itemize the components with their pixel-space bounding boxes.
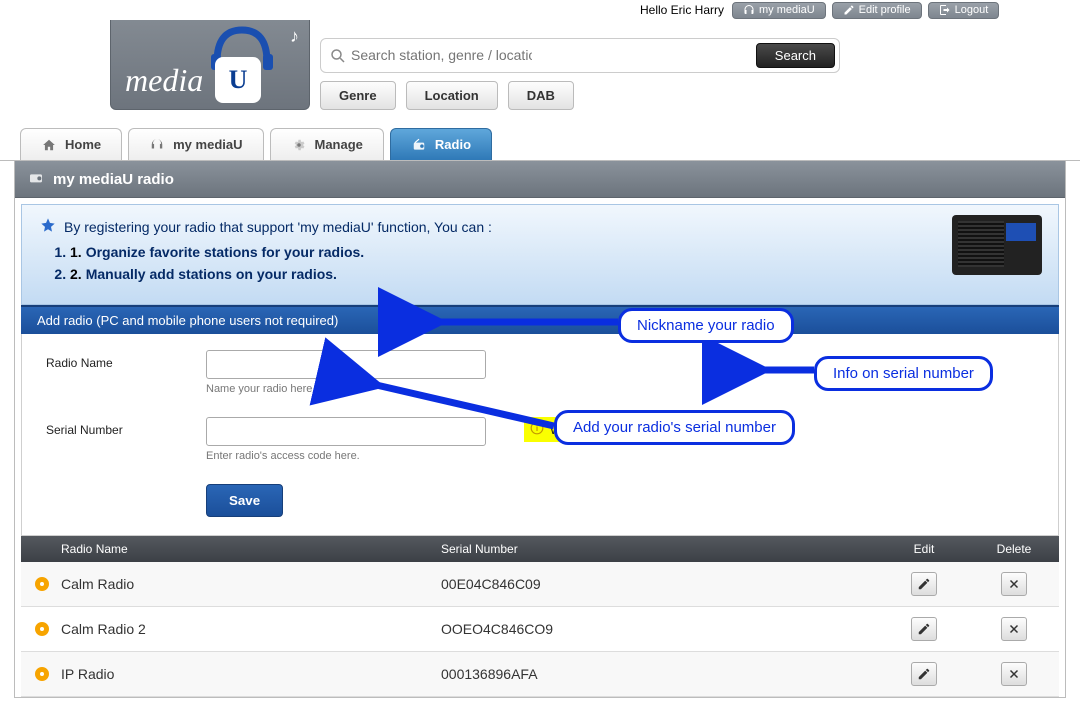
pencil-icon xyxy=(917,577,931,591)
tab-radio[interactable]: Radio xyxy=(390,128,492,160)
search-icon xyxy=(329,47,347,68)
delete-button[interactable] xyxy=(1001,662,1027,686)
callout-nickname: Nickname your radio xyxy=(618,308,794,343)
row-bullet-icon xyxy=(35,622,49,636)
edit-button[interactable] xyxy=(911,662,937,686)
panel-title-text: my mediaU radio xyxy=(53,171,174,188)
callout-add-serial: Add your radio's serial number xyxy=(554,410,795,445)
search-input[interactable] xyxy=(325,43,536,67)
tab-manage-label: Manage xyxy=(315,137,363,152)
logout-icon xyxy=(939,4,951,16)
pencil-icon xyxy=(917,622,931,636)
logo[interactable]: ♪ media U xyxy=(110,20,310,110)
col-radio-name: Radio Name xyxy=(21,542,441,556)
x-icon xyxy=(1008,623,1020,635)
delete-button[interactable] xyxy=(1001,572,1027,596)
panel-title: my mediaU radio xyxy=(15,161,1065,198)
arrow-to-name-input xyxy=(418,304,638,344)
row-serial: 00E04C846C09 xyxy=(441,576,879,592)
greeting-text: Hello Eric Harry xyxy=(640,3,724,17)
search-button[interactable]: Search xyxy=(756,43,835,68)
x-icon xyxy=(1008,578,1020,590)
home-icon xyxy=(41,138,57,152)
radios-table-header: Radio Name Serial Number Edit Delete xyxy=(21,536,1059,562)
edit-button[interactable] xyxy=(911,617,937,641)
tab-my-mediau[interactable]: my mediaU xyxy=(128,128,263,160)
genre-button[interactable]: Genre xyxy=(320,81,396,110)
logo-text-u: U xyxy=(215,57,261,103)
row-bullet-icon xyxy=(35,577,49,591)
logout-label: Logout xyxy=(955,4,989,16)
tab-manage[interactable]: Manage xyxy=(270,128,384,160)
row-bullet-icon xyxy=(35,667,49,681)
x-icon xyxy=(1008,668,1020,680)
radio-name-label: Radio Name xyxy=(46,350,206,370)
search-bar: Search xyxy=(320,38,840,73)
tab-my-label: my mediaU xyxy=(173,137,242,152)
headphones-icon xyxy=(149,138,165,152)
delete-button[interactable] xyxy=(1001,617,1027,641)
row-serial: 000136896AFA xyxy=(441,666,879,682)
intro-item-1: Organize favorite stations for your radi… xyxy=(86,244,365,260)
logout-link[interactable]: Logout xyxy=(928,2,1000,19)
row-radio-name: Calm Radio xyxy=(61,576,441,592)
edit-profile-link[interactable]: Edit profile xyxy=(832,2,922,19)
pencil-icon xyxy=(843,4,855,16)
star-icon xyxy=(40,217,56,236)
col-delete: Delete xyxy=(969,542,1059,556)
table-row: Calm Radio 2OOEO4C846CO9 xyxy=(21,607,1059,652)
location-button[interactable]: Location xyxy=(406,81,498,110)
table-row: Calm Radio00E04C846C09 xyxy=(21,562,1059,607)
my-mediau-link[interactable]: my mediaU xyxy=(732,2,826,19)
edit-profile-label: Edit profile xyxy=(859,4,911,16)
intro-box: By registering your radio that support '… xyxy=(21,204,1059,305)
serial-label: Serial Number xyxy=(46,417,206,437)
save-button[interactable]: Save xyxy=(206,484,283,517)
logo-text-media: media xyxy=(125,62,203,99)
tab-home-label: Home xyxy=(65,137,101,152)
pencil-icon xyxy=(917,667,931,681)
radio-icon xyxy=(27,169,45,189)
headphones-icon xyxy=(743,4,755,16)
row-radio-name: Calm Radio 2 xyxy=(61,621,441,637)
my-mediau-label: my mediaU xyxy=(759,4,815,16)
serial-hint: Enter radio's access code here. xyxy=(206,450,496,462)
callout-info-serial: Info on serial number xyxy=(814,356,993,391)
radio-device-image xyxy=(952,215,1042,275)
tab-home[interactable]: Home xyxy=(20,128,122,160)
table-row: IP Radio000136896AFA xyxy=(21,652,1059,697)
music-note-icon: ♪ xyxy=(290,26,299,47)
row-serial: OOEO4C846CO9 xyxy=(441,621,879,637)
gear-icon xyxy=(291,138,307,152)
intro-item-2: Manually add stations on your radios. xyxy=(86,266,337,282)
intro-lead: By registering your radio that support '… xyxy=(64,219,492,235)
arrow-to-serial-input xyxy=(356,372,566,442)
col-serial: Serial Number xyxy=(441,542,879,556)
dab-button[interactable]: DAB xyxy=(508,81,574,110)
tab-radio-label: Radio xyxy=(435,137,471,152)
col-edit: Edit xyxy=(879,542,969,556)
edit-button[interactable] xyxy=(911,572,937,596)
radio-icon xyxy=(411,138,427,152)
row-radio-name: IP Radio xyxy=(61,666,441,682)
tab-bar: Home my mediaU Manage Radio xyxy=(0,128,1080,161)
